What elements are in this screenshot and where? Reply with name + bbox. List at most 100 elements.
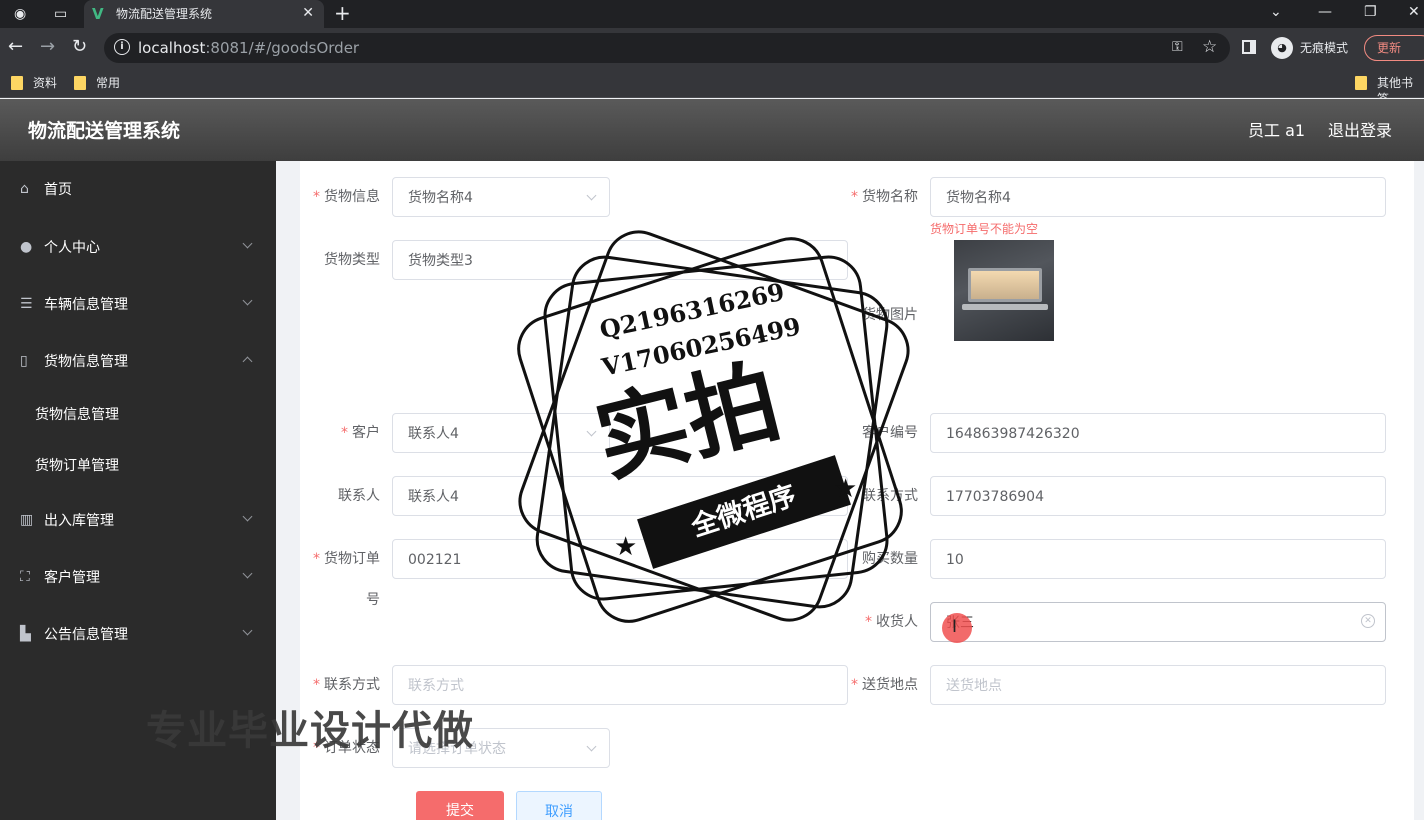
receiver-input[interactable]: 张三 ✕ — [930, 602, 1386, 642]
browser-tab-strip: ◉ ▭ V 物流配送管理系统 ✕ + ⌄ — ❐ ✕ — [0, 0, 1424, 28]
goods-image-thumbnail[interactable] — [954, 240, 1054, 341]
sidebar-item-home[interactable]: ⌂ 首页 — [0, 165, 276, 215]
globe-icon[interactable]: ◉ — [14, 6, 26, 22]
clear-icon[interactable]: ✕ — [1361, 614, 1375, 628]
chevron-down-icon — [586, 741, 597, 752]
text-cursor-icon: I — [952, 617, 958, 637]
sidebar-item-label: 公告信息管理 — [44, 627, 128, 643]
vue-logo-icon: V — [92, 5, 104, 23]
chevron-down-icon — [242, 568, 253, 579]
sidebar-subitem-goods-info[interactable]: 货物信息管理 — [0, 390, 276, 440]
info-icon[interactable]: i — [114, 39, 130, 55]
goods-info-label: * 货物信息 — [313, 189, 380, 205]
logout-link[interactable]: 退出登录 — [1328, 121, 1392, 141]
close-window-icon[interactable]: ✕ — [1408, 4, 1420, 20]
quantity-input[interactable]: 10 — [930, 539, 1386, 579]
bookmark-folder[interactable]: 资料 — [11, 75, 57, 91]
new-tab-icon[interactable]: + — [334, 3, 351, 23]
chevron-down-icon — [242, 511, 253, 522]
chevron-down-icon — [242, 238, 253, 249]
frame-icon: ⛶ — [20, 569, 30, 585]
sidebar-item-profile[interactable]: ● 个人中心 — [0, 223, 276, 273]
goods-type-value: 货物类型3 — [408, 253, 473, 269]
sidebar-item-notices[interactable]: ▙ 公告信息管理 — [0, 610, 276, 660]
delivery-address-label: * 送货地点 — [851, 677, 918, 693]
chevron-down-icon — [242, 625, 253, 636]
sidebar-item-goods[interactable]: ▯ 货物信息管理 — [0, 337, 276, 387]
sidebar-item-label: 车辆信息管理 — [44, 297, 128, 313]
order-no-value: 002121 — [408, 552, 462, 568]
goods-info-select[interactable]: 货物名称4 — [392, 177, 610, 217]
bank-icon: ▙ — [20, 626, 31, 642]
goods-info-value: 货物名称4 — [408, 190, 473, 206]
url-text[interactable]: localhost:8081/#/goodsOrder — [138, 39, 359, 57]
sidebar-subitem-goods-order[interactable]: 货物订单管理 — [0, 441, 276, 491]
bookmark-star-icon[interactable]: ☆ — [1202, 37, 1217, 57]
validation-error: 货物订单号不能为空 — [930, 222, 1039, 236]
chart-icon: ▥ — [20, 512, 34, 528]
laptop-photo — [968, 268, 1042, 302]
bookmarks-bar: 资料 常用 其他书签 — [0, 68, 1424, 106]
receiver-phone-label: * 联系方式 — [313, 677, 380, 693]
sidebar-item-customers[interactable]: ⛶ 客户管理 — [0, 553, 276, 603]
side-panel-icon[interactable] — [1242, 40, 1256, 54]
receiver-label: * 收货人 — [865, 614, 918, 630]
back-icon[interactable]: ← — [8, 37, 23, 57]
goods-name-label: * 货物名称 — [851, 189, 918, 205]
sliders-icon: ☰ — [20, 296, 33, 312]
sidebar-item-label: 首页 — [44, 182, 72, 198]
sidebar-item-label: 货物订单管理 — [35, 458, 119, 474]
customer-label: * 客户 — [341, 425, 380, 441]
delivery-address-placeholder: 送货地点 — [946, 678, 1002, 694]
restore-icon[interactable]: ❐ — [1364, 4, 1377, 20]
order-no-label: * 货物订单 — [313, 551, 380, 567]
phone-icon: ▯ — [20, 353, 28, 369]
tab-close-icon[interactable]: ✕ — [302, 5, 314, 21]
star-icon: ★ — [834, 474, 858, 504]
app-header: 物流配送管理系统 员工 a1 退出登录 — [0, 99, 1424, 161]
goods-name-input[interactable]: 货物名称4 — [930, 177, 1386, 217]
cancel-button[interactable]: 取消 — [516, 791, 602, 820]
key-icon[interactable]: ⚿ — [1172, 39, 1183, 55]
address-bar[interactable]: i localhost:8081/#/goodsOrder ⚿ ☆ — [104, 33, 1230, 63]
chevron-up-icon — [242, 356, 253, 367]
watermark-caption: 专业毕业设计代做 — [146, 708, 474, 754]
incognito-label: 无痕模式 — [1300, 41, 1349, 55]
sidebar-item-label: 客户管理 — [44, 570, 100, 586]
submit-button[interactable]: 提交 — [416, 791, 504, 820]
sidebar-item-label: 货物信息管理 — [44, 354, 128, 370]
reload-icon[interactable]: ↻ — [72, 37, 87, 57]
sidebar-item-vehicles[interactable]: ☰ 车辆信息管理 — [0, 280, 276, 330]
incognito-icon[interactable]: ◕ — [1271, 37, 1293, 59]
star-icon: ★ — [614, 532, 638, 562]
chevron-down-icon — [242, 295, 253, 306]
goods-name-value: 货物名称4 — [946, 190, 1011, 206]
bookmark-folder[interactable]: 常用 — [74, 75, 120, 91]
customer-no-value: 164863987426320 — [946, 426, 1080, 442]
laptop-base — [962, 304, 1048, 310]
home-icon: ⌂ — [20, 181, 29, 197]
contact-phone-value: 17703786904 — [946, 489, 1044, 505]
sidebar-item-label: 出入库管理 — [44, 513, 114, 529]
user-icon: ● — [20, 239, 33, 255]
receiver-phone-placeholder: 联系方式 — [408, 678, 464, 694]
sidebar-item-label: 货物信息管理 — [35, 407, 119, 423]
contact-phone-input[interactable]: 17703786904 — [930, 476, 1386, 516]
forward-icon[interactable]: → — [40, 37, 55, 57]
receiver-phone-input[interactable]: 联系方式 — [392, 665, 848, 705]
minimize-icon[interactable]: — — [1318, 4, 1332, 20]
order-no-label-wrap: 号 — [366, 592, 380, 608]
browser-tab[interactable]: V 物流配送管理系统 ✕ — [84, 0, 324, 28]
sidebar-item-label: 个人中心 — [44, 240, 100, 256]
customer-no-input[interactable]: 164863987426320 — [930, 413, 1386, 453]
update-button[interactable]: 更新 — [1364, 35, 1424, 61]
window-icon[interactable]: ▭ — [54, 6, 67, 22]
sidebar-item-warehouse[interactable]: ▥ 出入库管理 — [0, 496, 276, 546]
contact-label: 联系人 — [338, 488, 380, 504]
delivery-address-input[interactable]: 送货地点 — [930, 665, 1386, 705]
user-label: 员工 a1 — [1248, 121, 1306, 140]
browser-toolbar: ← → ↻ i localhost:8081/#/goodsOrder ⚿ ☆ … — [0, 28, 1424, 68]
app-title: 物流配送管理系统 — [28, 120, 181, 142]
tab-search-icon[interactable]: ⌄ — [1270, 4, 1282, 20]
customer-value: 联系人4 — [408, 426, 459, 442]
